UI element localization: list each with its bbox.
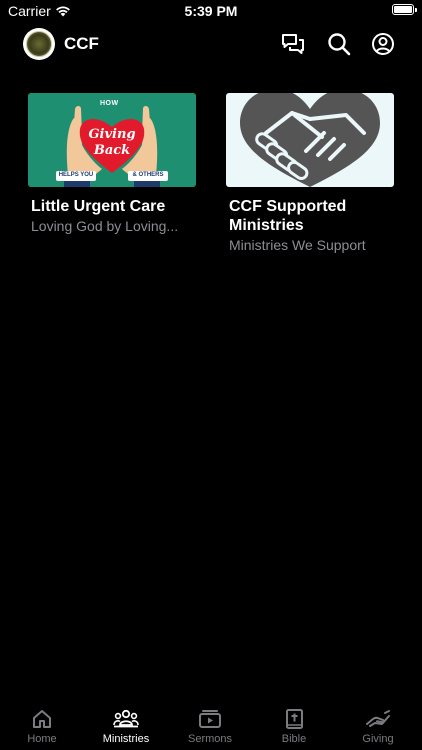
tab-bible[interactable]: Bible [252, 698, 336, 745]
chat-icon[interactable] [280, 31, 306, 57]
tab-label: Giving [362, 733, 394, 745]
search-icon[interactable] [326, 31, 352, 57]
image-text-giving: Giving [88, 127, 136, 142]
tab-sermons[interactable]: Sermons [168, 698, 252, 745]
handshake-thumbnail [226, 93, 394, 187]
tab-bar: Home Ministries Sermons Bible Giving [0, 698, 422, 750]
ministry-card-little-urgent-care[interactable]: HOW Giving Back HELPS YOU & OTHERS Littl… [28, 93, 196, 235]
image-text-back: Back [93, 143, 131, 158]
video-icon [199, 710, 221, 728]
church-logo[interactable] [23, 28, 55, 60]
ministry-card-ccf-supported-ministries[interactable]: CCF Supported Ministries Ministries We S… [226, 93, 394, 254]
people-icon [113, 709, 139, 728]
card-title: CCF Supported Ministries [229, 198, 347, 234]
image-text-and-others: & OTHERS [132, 172, 164, 178]
bible-icon [286, 709, 303, 729]
clock: 5:39 PM [184, 3, 238, 19]
card-title: Little Urgent Care [31, 198, 166, 215]
battery-icon [392, 4, 417, 15]
app-header: CCF [0, 26, 422, 62]
giving-hand-icon [366, 710, 390, 727]
tab-giving[interactable]: Giving [336, 698, 420, 745]
tab-label: Bible [281, 733, 307, 745]
tab-label: Ministries [102, 733, 150, 745]
home-icon [33, 710, 51, 728]
profile-icon[interactable] [370, 31, 396, 57]
tab-home[interactable]: Home [0, 698, 84, 745]
card-subtitle: Loving God by Loving... [31, 218, 179, 234]
card-subtitle: Ministries We Support [229, 237, 366, 253]
image-text-helps-you: HELPS YOU [58, 172, 94, 178]
giving-back-thumbnail: HOW Giving Back HELPS YOU & OTHERS [28, 93, 196, 187]
app-title: CCF [64, 34, 99, 53]
status-bar: Carrier 5:39 PM [0, 0, 422, 22]
tab-label: Sermons [187, 733, 233, 745]
tab-ministries[interactable]: Ministries [84, 698, 168, 745]
image-text-how: HOW [100, 100, 119, 107]
tab-label: Home [27, 733, 57, 745]
